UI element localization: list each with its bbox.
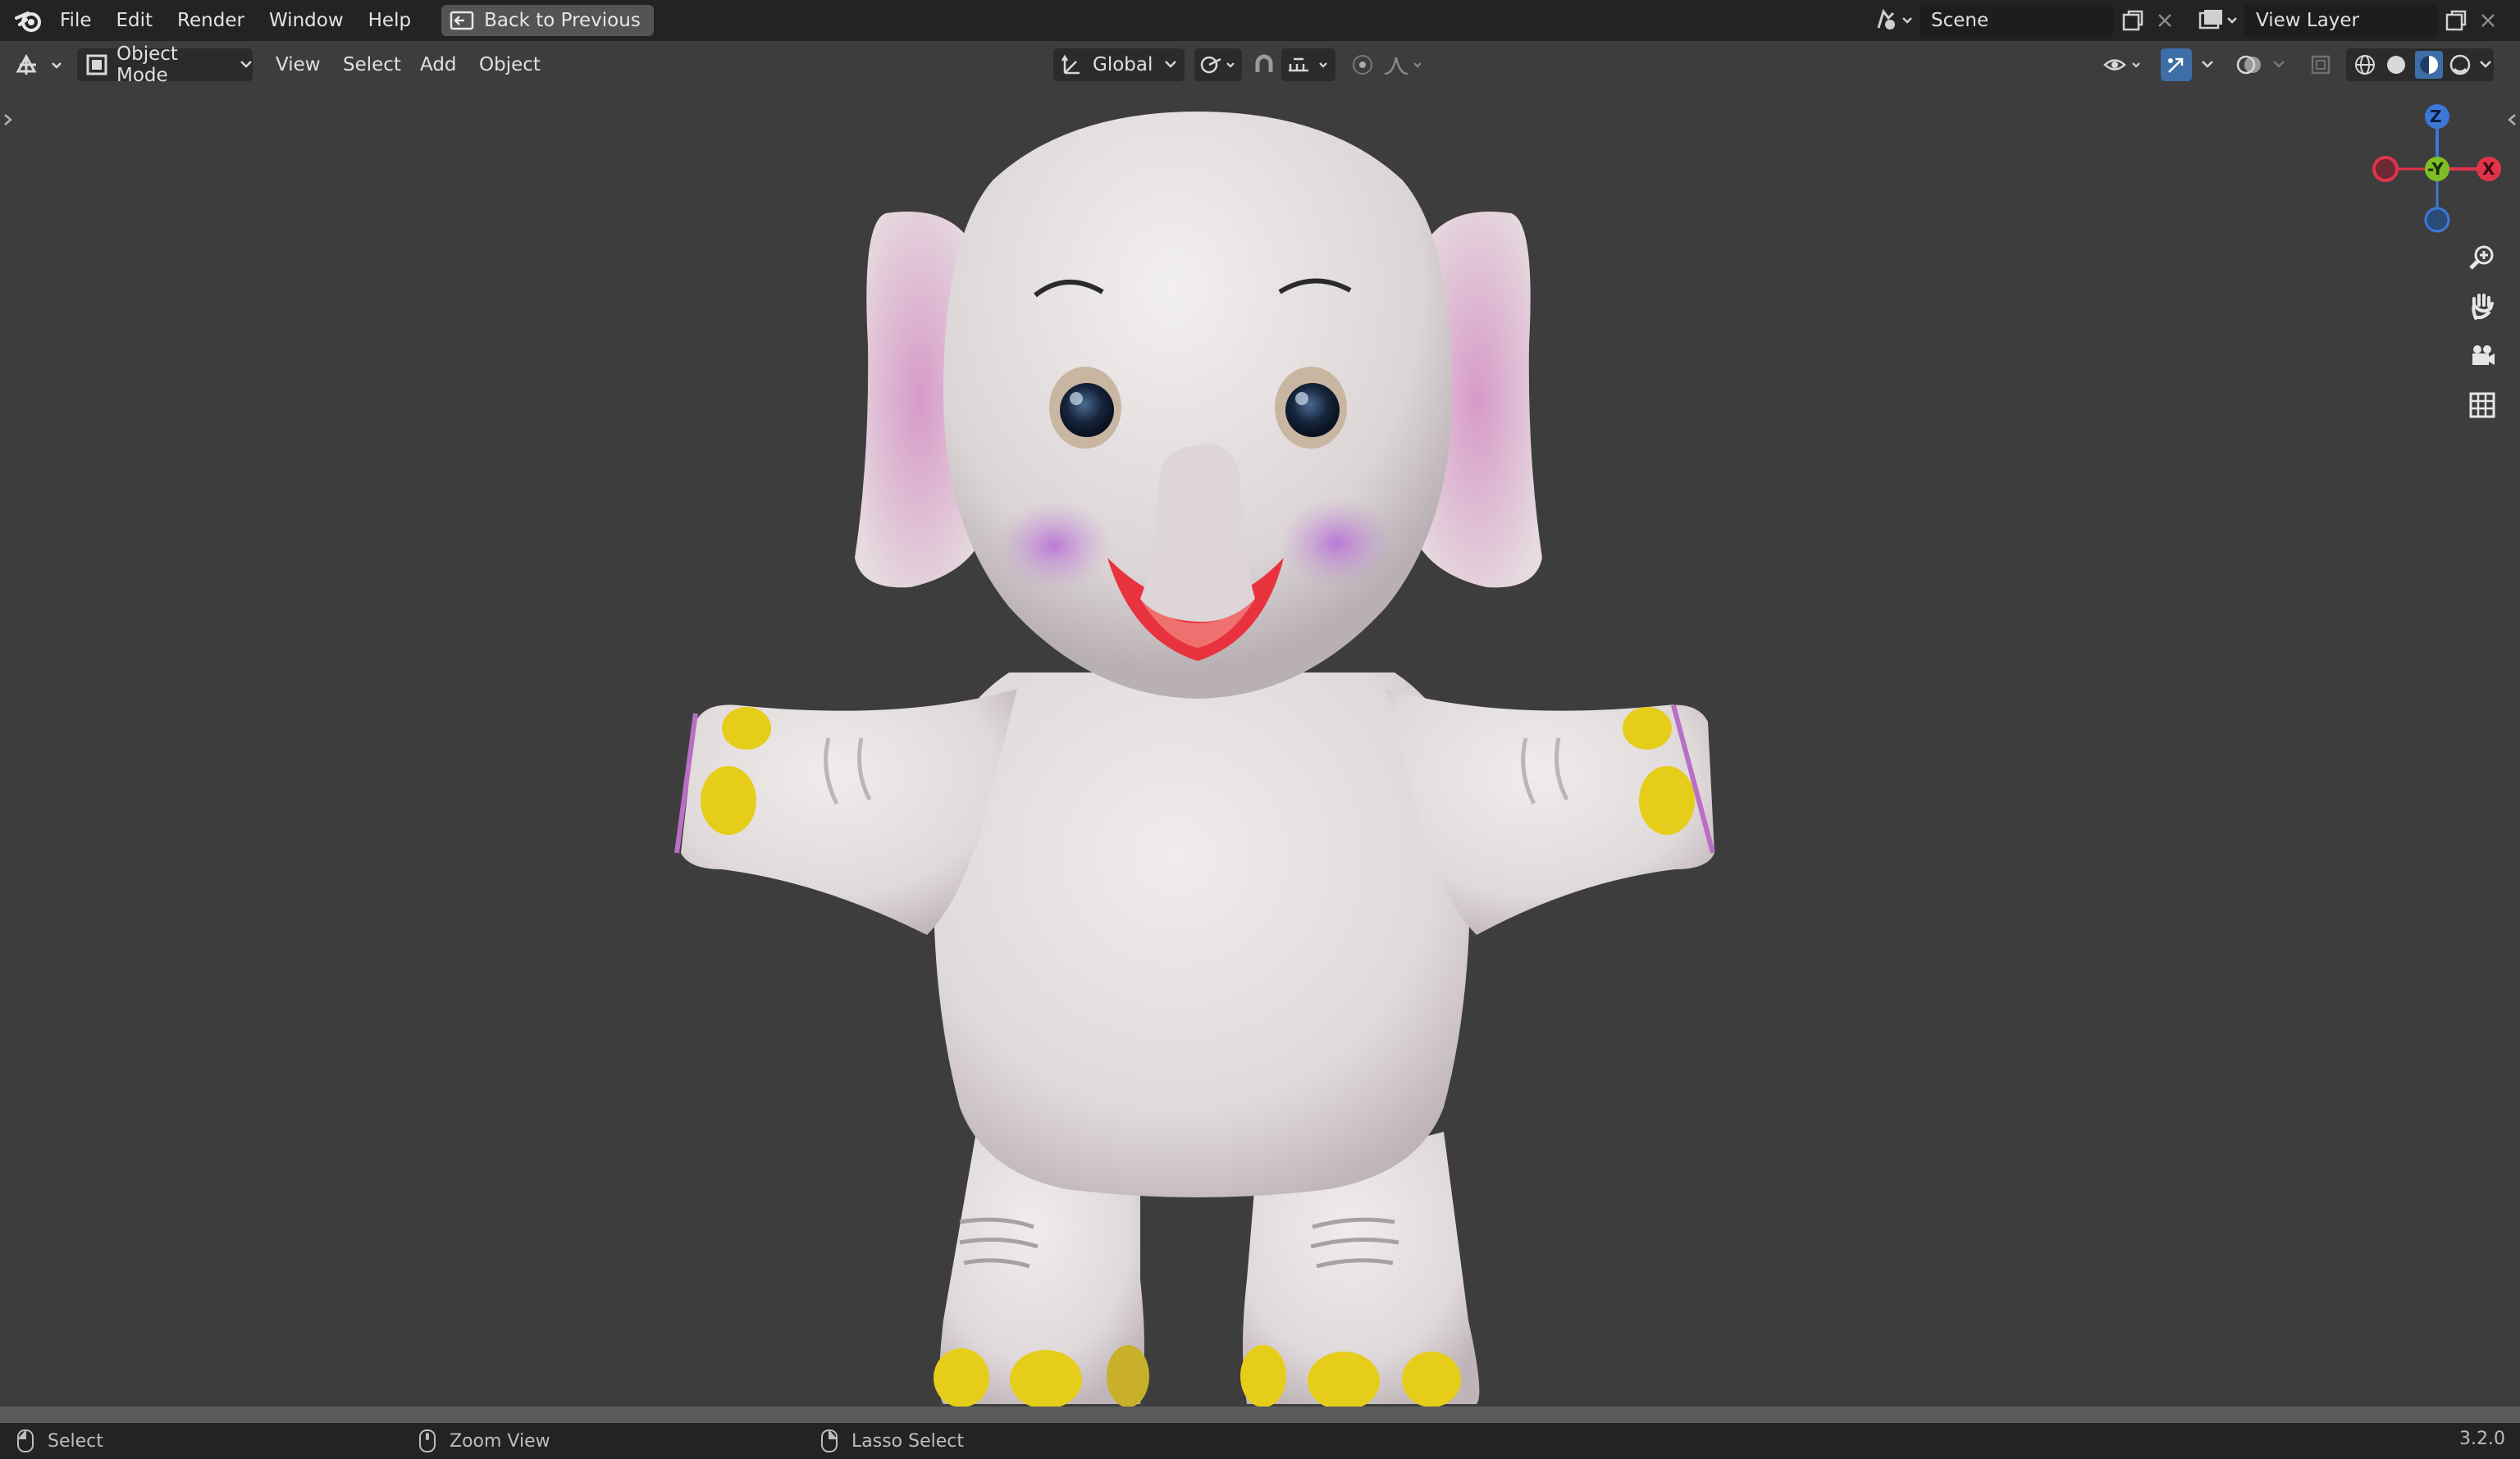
new-scene-icon[interactable] (2119, 8, 2147, 33)
snap-toggle[interactable] (1250, 48, 1278, 81)
view-layer-selector-icon[interactable] (2195, 7, 2241, 34)
menu-window[interactable]: Window (257, 0, 356, 41)
back-to-previous-button[interactable]: Back to Previous (441, 5, 654, 36)
rendered-shading-icon[interactable] (2448, 52, 2472, 77)
status-select-hint: Select (16, 1429, 103, 1453)
close-scene-icon[interactable] (2152, 8, 2177, 33)
material-preview-shading-icon[interactable] (2415, 51, 2443, 79)
mouse-left-icon (16, 1429, 34, 1453)
horizontal-scrollbar[interactable] (0, 1407, 2520, 1423)
xray-icon (2311, 55, 2331, 75)
snap-increment-icon (1289, 57, 1327, 72)
gizmo-x-label: X (2482, 159, 2495, 179)
menu-view[interactable]: View (276, 48, 321, 81)
3d-viewport[interactable] (0, 89, 2520, 1407)
view-layer-name-field[interactable]: View Layer (2244, 4, 2438, 37)
solid-shading-icon[interactable] (2384, 52, 2408, 77)
overlays-dropdown[interactable] (2267, 48, 2290, 81)
scene-name-field[interactable]: Scene (1920, 4, 2113, 37)
menu-file[interactable]: File (48, 0, 104, 41)
gizmo-options-dropdown[interactable] (2195, 48, 2220, 81)
menu-edit[interactable]: Edit (104, 0, 166, 41)
chevron-down-icon (1164, 60, 1177, 70)
orientation-axes-icon (1060, 53, 1083, 76)
back-to-previous-label: Back to Previous (484, 10, 641, 31)
status-lasso-label: Lasso Select (851, 1430, 964, 1452)
mouse-middle-icon (418, 1429, 436, 1453)
eye-selectability-icon (2103, 59, 2140, 71)
menu-select[interactable]: Select (343, 48, 401, 81)
falloff-curve-icon (1384, 57, 1422, 75)
status-zoom-hint: Zoom View (418, 1429, 550, 1453)
gizmo-icon (2168, 57, 2184, 73)
camera-view-button[interactable] (2463, 336, 2502, 376)
proportional-falloff-dropdown[interactable] (1380, 48, 1429, 81)
toolbar-toggle-chevron-icon[interactable] (2, 110, 15, 130)
snap-target-dropdown[interactable] (1281, 48, 1335, 81)
scene-selector-icon[interactable] (1870, 7, 1916, 34)
zoom-view-button[interactable] (2463, 238, 2502, 277)
overlays-icon (2236, 55, 2261, 75)
chevron-down-icon (2273, 61, 2285, 68)
status-select-label: Select (48, 1430, 103, 1452)
shading-mode-group (2346, 48, 2494, 81)
blender-logo-icon[interactable] (15, 8, 43, 33)
status-zoom-label: Zoom View (450, 1430, 550, 1452)
back-screen-icon (450, 11, 474, 30)
gizmo-y-label: -Y (2427, 159, 2444, 179)
navigation-gizmo[interactable]: Z -Y X (2362, 100, 2502, 239)
camera-icon (2472, 345, 2495, 365)
sidebar-toggle-chevron-icon[interactable] (2505, 110, 2518, 130)
proportional-editing-icon (1353, 55, 1372, 75)
mouse-right-icon (820, 1429, 838, 1453)
viewport-header: Object Mode View Select Add Object Globa… (0, 41, 2520, 89)
orientation-label: Global (1093, 54, 1153, 75)
menu-help[interactable]: Help (356, 0, 423, 41)
magnet-icon (1255, 54, 1273, 72)
pivot-point-dropdown[interactable] (1194, 48, 1242, 81)
grid-icon (2469, 392, 2495, 418)
version-label: 3.2.0 (2459, 1429, 2505, 1449)
pivot-icon (1200, 56, 1235, 74)
menu-add[interactable]: Add (420, 48, 457, 81)
status-lasso-hint: Lasso Select (820, 1429, 964, 1453)
pan-view-button[interactable] (2463, 287, 2502, 326)
editor-type-button[interactable] (11, 48, 66, 81)
editor-type-icon (16, 53, 62, 75)
gizmo-z-label: Z (2430, 107, 2442, 126)
shading-options-chevron-icon[interactable] (2479, 60, 2492, 70)
close-view-layer-icon[interactable] (2476, 8, 2500, 33)
view-layer-name: View Layer (2256, 10, 2360, 31)
show-gizmo-toggle[interactable] (2161, 48, 2192, 81)
toggle-xray-button[interactable] (2307, 48, 2335, 81)
chevron-down-icon (240, 60, 253, 70)
menu-object[interactable]: Object (479, 48, 541, 81)
wireframe-shading-icon[interactable] (2353, 52, 2377, 77)
proportional-editing-toggle[interactable] (1349, 48, 1376, 81)
object-mode-dropdown[interactable]: Object Mode (77, 43, 253, 86)
object-mode-icon (85, 53, 108, 76)
new-view-layer-icon[interactable] (2442, 8, 2470, 33)
transform-orientation-dropdown[interactable]: Global (1053, 48, 1185, 81)
scene-name: Scene (1931, 10, 1989, 31)
toggle-perspective-button[interactable] (2463, 385, 2502, 425)
elephant-model[interactable] (0, 89, 2520, 1407)
menu-render[interactable]: Render (165, 0, 257, 41)
chevron-down-icon (2202, 61, 2213, 68)
object-mode-label: Object Mode (116, 43, 178, 86)
object-visibility-dropdown[interactable] (2100, 48, 2149, 81)
hand-icon (2472, 294, 2494, 320)
zoom-icon (2469, 245, 2494, 270)
show-overlays-toggle[interactable] (2233, 48, 2266, 81)
